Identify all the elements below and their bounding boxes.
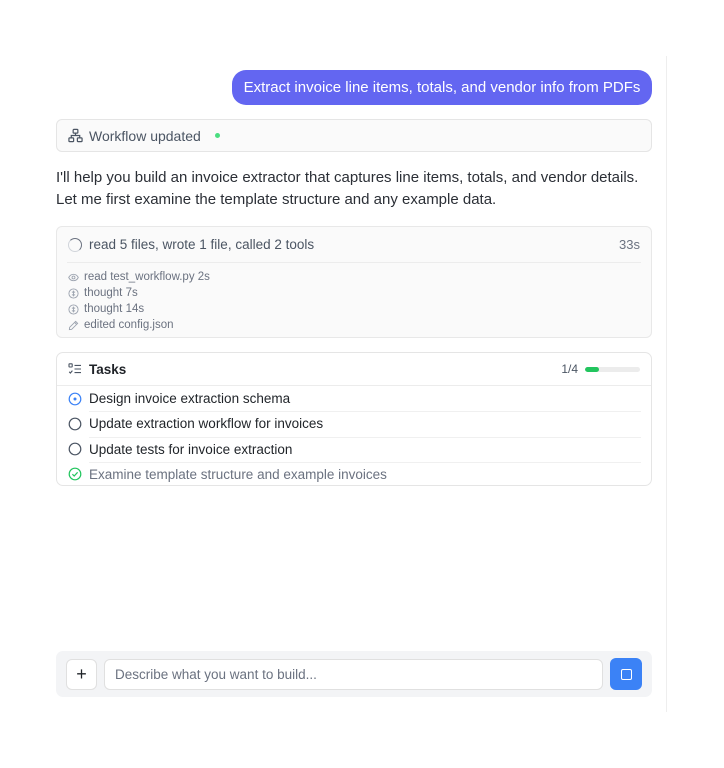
task-item[interactable]: Design invoice extraction schema xyxy=(57,386,651,411)
activity-item-label: edited config.json xyxy=(84,319,174,331)
activity-log[interactable]: read 5 files, wrote 1 file, called 2 too… xyxy=(56,226,652,338)
tasks-title: Tasks xyxy=(89,361,127,377)
assistant-message: I'll help you build an invoice extractor… xyxy=(56,169,639,208)
task-label: Design invoice extraction schema xyxy=(89,391,291,407)
activity-item-label: thought 14s xyxy=(84,303,145,315)
eye-icon xyxy=(68,273,79,281)
user-message-bubble: Extract invoice line items, totals, and … xyxy=(232,70,652,105)
activity-item: edited config.json xyxy=(68,317,210,333)
activity-item-label: thought 7s xyxy=(84,287,138,299)
prompt-input[interactable] xyxy=(104,659,603,690)
in-progress-icon xyxy=(68,392,82,406)
pencil-icon xyxy=(68,320,79,330)
add-attachment-button[interactable]: + xyxy=(66,659,97,690)
task-item[interactable]: Examine template structure and example i… xyxy=(57,461,651,487)
task-label: Update tests for invoice extraction xyxy=(89,441,293,457)
activity-item-label: read test_workflow.py 2s xyxy=(84,271,210,283)
activity-summary-text: read 5 files, wrote 1 file, called 2 too… xyxy=(89,237,315,252)
thought-icon xyxy=(68,287,79,299)
task-label: Update extraction workflow for invoices xyxy=(89,416,324,432)
activity-item: thought 7s xyxy=(68,285,210,301)
pending-circle-icon xyxy=(68,442,82,456)
composer: + xyxy=(56,651,652,697)
workflow-status-dot xyxy=(214,133,220,138)
workflow-status-label: Workflow updated xyxy=(89,127,201,144)
spinner-icon xyxy=(68,237,82,252)
stop-square-icon xyxy=(620,668,632,680)
task-item[interactable]: Update extraction workflow for invoices xyxy=(57,411,651,436)
tasks-progress-bar xyxy=(585,366,640,372)
activity-item: read test_workflow.py 2s xyxy=(68,269,210,285)
thought-icon xyxy=(68,303,79,315)
workflow-status-card[interactable]: Workflow updated xyxy=(56,119,652,152)
activity-duration: 33s xyxy=(619,237,640,252)
task-item[interactable]: Update tests for invoice extraction xyxy=(57,436,651,462)
tasks-panel: Tasks 1/4 Design invoice extraction sche… xyxy=(56,352,652,486)
tasks-progress-fill xyxy=(585,366,599,372)
checklist-icon xyxy=(68,363,81,374)
tasks-count: 1/4 xyxy=(561,362,578,376)
activity-summary[interactable]: read 5 files, wrote 1 file, called 2 too… xyxy=(57,227,651,262)
panel-divider xyxy=(666,56,667,712)
task-label: Examine template structure and example i… xyxy=(89,466,387,482)
tasks-header[interactable]: Tasks 1/4 xyxy=(57,353,651,386)
check-circle-icon xyxy=(68,467,82,481)
user-message-text: Extract invoice line items, totals, and … xyxy=(243,79,641,96)
workflow-icon xyxy=(68,128,83,143)
activity-list: read test_workflow.py 2s thought 7s thou… xyxy=(68,269,210,333)
activity-item: thought 14s xyxy=(68,301,210,317)
pending-circle-icon xyxy=(68,417,82,431)
send-button[interactable] xyxy=(610,658,642,690)
plus-icon: + xyxy=(76,664,87,684)
activity-divider xyxy=(67,262,641,263)
